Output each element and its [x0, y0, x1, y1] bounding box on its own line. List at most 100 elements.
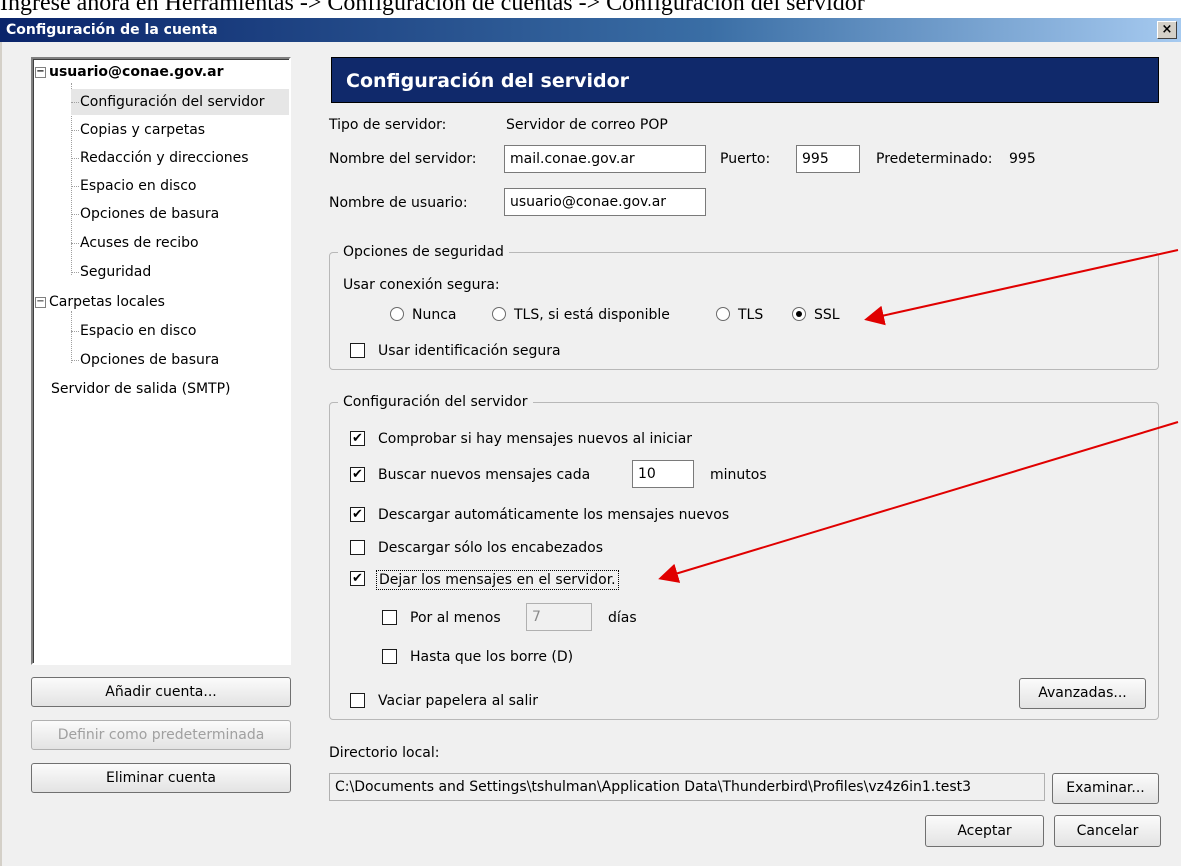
tree-item-label: Espacio en disco — [80, 178, 197, 194]
local-directory-field[interactable]: C:\Documents and Settings\tshulman\Appli… — [329, 773, 1045, 801]
tree-branch — [71, 272, 79, 273]
username-field[interactable]: usuario@conae.gov.ar — [504, 188, 706, 216]
radio-tls[interactable] — [716, 307, 730, 321]
at-least-checkbox[interactable] — [382, 610, 397, 625]
headers-only-checkbox[interactable] — [350, 540, 365, 555]
tree-item-local-folders[interactable]: − Carpetas locales — [35, 289, 165, 315]
account-tree[interactable]: − usuario@conae.gov.ar Configuración del … — [31, 57, 291, 665]
empty-trash-checkbox[interactable] — [350, 693, 365, 708]
tree-item-label: Configuración del servidor — [80, 94, 265, 110]
tree-item-server-settings[interactable]: Configuración del servidor — [71, 89, 289, 115]
cancel-button[interactable]: Cancelar — [1054, 815, 1161, 847]
tree-item-label: Opciones de basura — [80, 206, 220, 222]
checkmark-icon: ✔ — [352, 467, 363, 482]
tree-item-label: Opciones de basura — [80, 352, 220, 368]
empty-trash-label[interactable]: Vaciar papelera al salir — [378, 692, 538, 710]
tree-item-label: Servidor de salida (SMTP) — [51, 381, 231, 397]
radio-never[interactable] — [390, 307, 404, 321]
tree-branch — [71, 130, 79, 131]
tree-item-label: Seguridad — [80, 264, 152, 280]
close-button[interactable]: × — [1157, 21, 1177, 39]
radio-ssl[interactable] — [792, 307, 806, 321]
ok-button[interactable]: Aceptar — [925, 815, 1044, 847]
port-field[interactable]: 995 — [796, 145, 860, 173]
window-title: Configuración de la cuenta — [6, 22, 218, 38]
tree-item-composition[interactable]: Redacción y direcciones — [71, 145, 249, 171]
tree-item-receipts[interactable]: Acuses de recibo — [71, 230, 199, 256]
panel-header: Configuración del servidor — [331, 57, 1159, 103]
security-options-legend: Opciones de seguridad — [338, 243, 509, 261]
at-least-label[interactable]: Por al menos — [410, 609, 501, 627]
tree-item-label: Espacio en disco — [80, 323, 197, 339]
server-settings-group — [329, 402, 1159, 720]
until-deleted-label[interactable]: Hasta que los borre (D) — [410, 648, 573, 666]
collapse-icon[interactable]: − — [35, 66, 46, 78]
tree-item-security[interactable]: Seguridad — [71, 259, 151, 285]
radio-tls-if-available-label[interactable]: TLS, si está disponible — [514, 306, 670, 324]
advanced-button[interactable]: Avanzadas... — [1019, 678, 1146, 709]
tree-item-local-disk-space[interactable]: Espacio en disco — [71, 318, 196, 344]
tree-branch — [71, 360, 79, 361]
tree-item-label: Redacción y direcciones — [80, 150, 249, 166]
tree-item-smtp[interactable]: Servidor de salida (SMTP) — [51, 376, 231, 402]
tree-item-copies-folders[interactable]: Copias y carpetas — [71, 117, 205, 143]
checkmark-icon: ✔ — [352, 571, 363, 586]
tree-item-label: Carpetas locales — [49, 294, 165, 310]
until-deleted-checkbox[interactable] — [382, 649, 397, 664]
tree-item-local-junk-options[interactable]: Opciones de basura — [71, 347, 219, 373]
tree-branch — [71, 214, 79, 215]
tree-item-label: usuario@conae.gov.ar — [49, 64, 224, 80]
tree-item-disk-space[interactable]: Espacio en disco — [71, 173, 196, 199]
close-icon: × — [1161, 22, 1173, 37]
secure-auth-label[interactable]: Usar identificación segura — [378, 342, 561, 360]
secure-auth-checkbox[interactable] — [350, 343, 365, 358]
collapse-icon[interactable]: − — [35, 296, 46, 308]
tree-item-label: Copias y carpetas — [80, 122, 206, 138]
radio-tls-if-available[interactable] — [492, 307, 506, 321]
username-label: Nombre de usuario: — [329, 195, 468, 211]
secure-connection-label: Usar conexión segura: — [343, 277, 500, 293]
tree-branch — [71, 158, 79, 159]
radio-never-label[interactable]: Nunca — [412, 306, 457, 324]
tree-branch — [71, 186, 79, 187]
server-type-value: Servidor de correo POP — [506, 117, 668, 133]
checkmark-icon: ✔ — [352, 431, 363, 446]
port-label: Puerto: — [720, 151, 771, 167]
browse-button[interactable]: Examinar... — [1052, 773, 1159, 804]
window-titlebar: Configuración de la cuenta — [0, 18, 1181, 42]
check-on-start-label[interactable]: Comprobar si hay mensajes nuevos al inic… — [378, 430, 692, 448]
server-type-label: Tipo de servidor: — [329, 117, 447, 133]
radio-tls-label[interactable]: TLS — [738, 306, 763, 324]
server-name-field[interactable]: mail.conae.gov.ar — [504, 145, 706, 173]
days-label: días — [608, 610, 637, 626]
headers-only-label[interactable]: Descargar sólo los encabezados — [378, 539, 603, 557]
tree-item-junk-options[interactable]: Opciones de basura — [71, 201, 219, 227]
leave-on-server-checkbox[interactable]: ✔ — [350, 571, 365, 586]
server-name-label: Nombre del servidor: — [329, 151, 477, 167]
leave-on-server-label[interactable]: Dejar los mensajes en el servidor. — [376, 570, 619, 590]
auto-download-checkbox[interactable]: ✔ — [350, 507, 365, 522]
check-on-start-checkbox[interactable]: ✔ — [350, 431, 365, 446]
local-directory-label: Directorio local: — [329, 745, 440, 761]
checkmark-icon: ✔ — [352, 507, 363, 522]
add-account-button[interactable]: Añadir cuenta... — [31, 677, 291, 707]
minutes-label: minutos — [710, 467, 767, 483]
tree-branch — [71, 331, 79, 332]
default-port-value: 995 — [1009, 151, 1036, 167]
at-least-days-field[interactable]: 7 — [526, 603, 592, 631]
check-every-minutes-field[interactable]: 10 — [632, 460, 694, 488]
check-every-checkbox[interactable]: ✔ — [350, 467, 365, 482]
radio-ssl-label[interactable]: SSL — [814, 306, 840, 324]
delete-account-button[interactable]: Eliminar cuenta — [31, 763, 291, 793]
radio-selected-dot — [796, 311, 802, 317]
tree-branch — [71, 102, 79, 103]
check-every-label[interactable]: Buscar nuevos mensajes cada — [378, 466, 590, 484]
tree-branch — [71, 243, 79, 244]
server-settings-legend: Configuración del servidor — [338, 393, 533, 411]
default-port-label: Predeterminado: — [876, 151, 993, 167]
set-default-button[interactable]: Definir como predeterminada — [31, 720, 291, 750]
document-caption: Ingrese ahora en Herramientas -> Configu… — [0, 0, 865, 16]
auto-download-label[interactable]: Descargar automáticamente los mensajes n… — [378, 506, 729, 524]
tree-item-account[interactable]: − usuario@conae.gov.ar — [35, 59, 223, 85]
tree-item-label: Acuses de recibo — [80, 235, 199, 251]
